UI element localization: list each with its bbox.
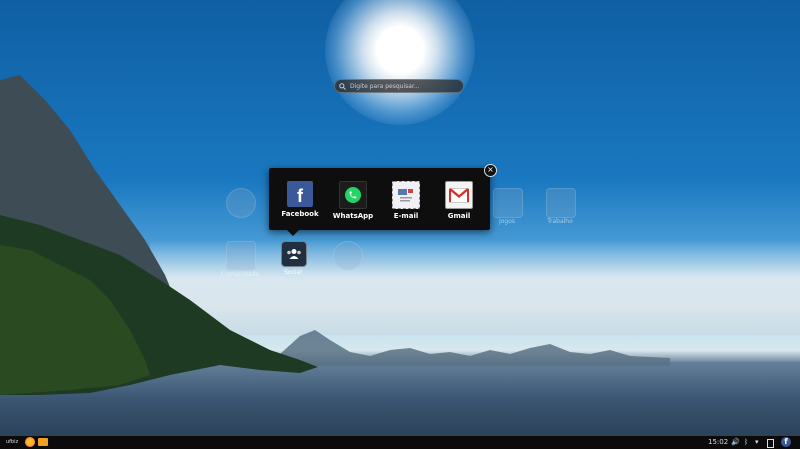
battery-icon[interactable] — [767, 439, 774, 448]
games-category-icon[interactable] — [493, 188, 523, 218]
bluetooth-icon[interactable]: ᛒ — [744, 438, 748, 446]
whatsapp-app[interactable]: WhatsApp — [328, 181, 378, 220]
taskbar: ufbiz 15:02 🔊 ᛒ ▾ f — [0, 436, 800, 449]
whatsapp-label: WhatsApp — [332, 212, 374, 220]
community-category-label: Comunidade — [221, 271, 259, 278]
social-category-label: Social — [284, 269, 302, 276]
email-label: E-mail — [393, 212, 419, 220]
email-icon — [392, 181, 420, 209]
search-placeholder: Digite para pesquisar... — [350, 82, 420, 90]
wallpaper-mountain — [0, 75, 318, 395]
email-app[interactable]: E-mail — [381, 181, 431, 220]
gmail-label: Gmail — [447, 212, 471, 220]
search-icon — [339, 82, 346, 90]
firefox-icon[interactable] — [25, 437, 35, 447]
facebook-label: Facebook — [281, 210, 319, 218]
close-icon[interactable]: × — [484, 164, 497, 177]
facebook-app[interactable]: f Facebook — [275, 181, 325, 218]
facebook-tray-icon[interactable]: f — [781, 437, 791, 447]
group-icon — [287, 249, 301, 259]
start-button[interactable]: ufbiz — [6, 439, 18, 445]
clock[interactable]: 15:02 — [708, 438, 728, 446]
volume-icon[interactable]: 🔊 — [731, 438, 740, 446]
work-category-icon[interactable] — [546, 188, 576, 218]
gmail-icon — [445, 181, 473, 209]
whatsapp-icon — [339, 181, 367, 209]
faded-launcher-icon[interactable] — [226, 188, 256, 218]
faded-launcher-icon-2[interactable] — [333, 241, 363, 271]
files-icon[interactable] — [38, 438, 48, 446]
wallpaper-sun — [325, 0, 475, 125]
facebook-icon: f — [287, 181, 313, 207]
search-field[interactable]: Digite para pesquisar... — [334, 79, 464, 93]
social-category-icon[interactable] — [281, 241, 307, 267]
network-icon[interactable]: ▾ — [755, 438, 759, 446]
wallpaper-hills — [270, 330, 670, 366]
work-category-label: Trabalho — [547, 218, 573, 225]
gmail-app[interactable]: Gmail — [434, 181, 484, 220]
community-category-icon[interactable] — [226, 241, 256, 271]
